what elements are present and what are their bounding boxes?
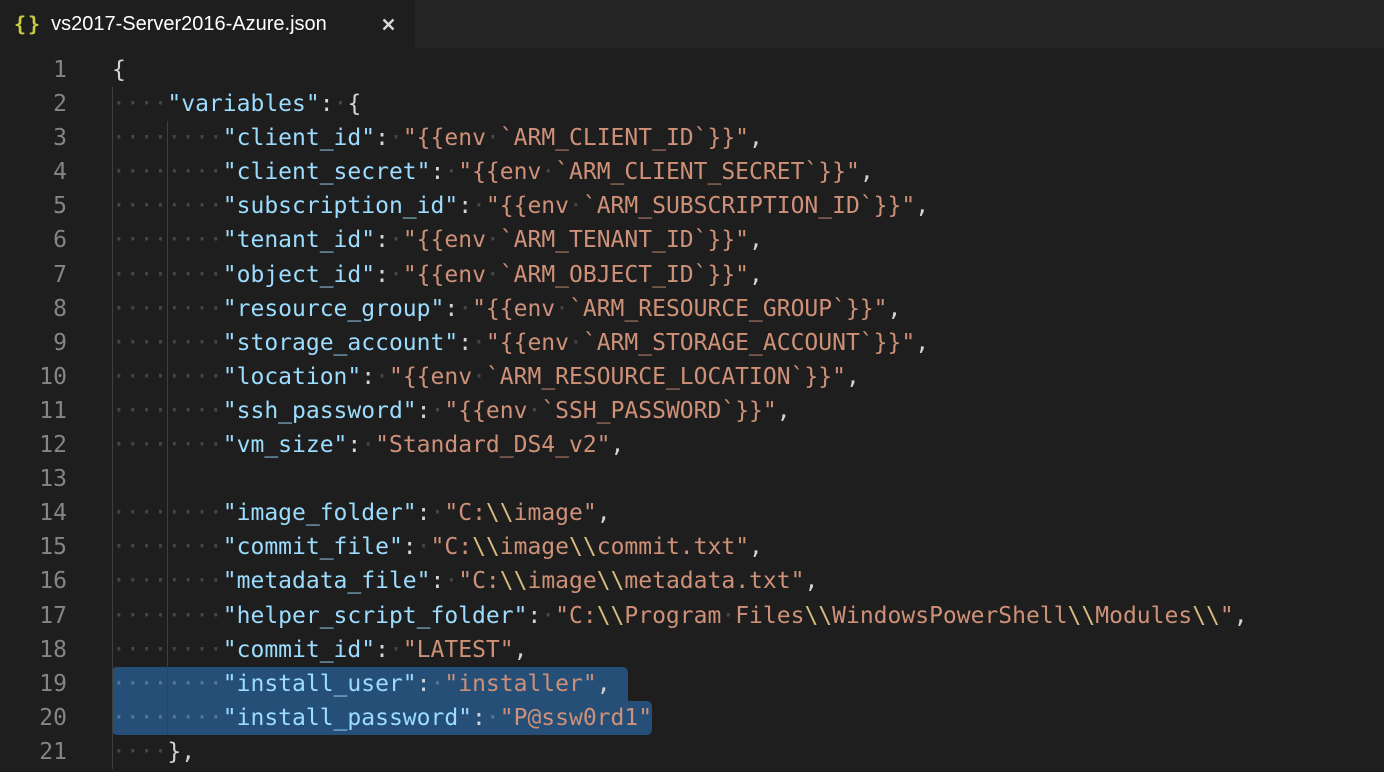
- line-number: 17: [0, 599, 67, 633]
- code-line: 21····},: [0, 735, 1384, 769]
- tab-title: vs2017-Server2016-Azure.json: [51, 13, 327, 36]
- indent-guide: [167, 258, 168, 292]
- indent-guide: [167, 189, 168, 223]
- indent-guide: [167, 223, 168, 257]
- indent-guide: [112, 223, 113, 257]
- indent-guide: [167, 496, 168, 530]
- indent-guide: [167, 667, 168, 701]
- code-lines: 1{2····"variables":·{3········"client_id…: [0, 53, 1384, 769]
- indent-guide: [112, 428, 113, 462]
- line-number: 21: [0, 735, 67, 769]
- line-number: 9: [0, 326, 67, 360]
- line-number: 7: [0, 258, 67, 292]
- indent-guide: [112, 735, 113, 769]
- indent-guide: [112, 530, 113, 564]
- line-number: 15: [0, 530, 67, 564]
- indent-guide: [167, 326, 168, 360]
- line-number: 12: [0, 428, 67, 462]
- code-line: 13: [0, 462, 1384, 496]
- indent-guide: [167, 564, 168, 598]
- line-number: 18: [0, 633, 67, 667]
- code-line: 4········"client_secret":·"{{env·`ARM_CL…: [0, 155, 1384, 189]
- code-editor[interactable]: 1{2····"variables":·{3········"client_id…: [0, 48, 1384, 769]
- indent-guide: [167, 599, 168, 633]
- line-number: 14: [0, 496, 67, 530]
- indent-guide: [167, 701, 168, 735]
- line-number: 13: [0, 462, 67, 496]
- selected-text: ········"install_password":·"P@ssw0rd1": [112, 701, 652, 735]
- line-number: 19: [0, 667, 67, 701]
- editor-tab[interactable]: {} vs2017-Server2016-Azure.json: [0, 0, 415, 48]
- indent-guide: [112, 87, 113, 121]
- line-number: 3: [0, 121, 67, 155]
- indent-guide: [112, 462, 113, 496]
- tab-bar: {} vs2017-Server2016-Azure.json: [0, 0, 1384, 48]
- code-line: 17········"helper_script_folder":·"C:\\P…: [0, 599, 1384, 633]
- indent-guide: [167, 292, 168, 326]
- line-number: 6: [0, 223, 67, 257]
- line-number: 16: [0, 564, 67, 598]
- indent-guide: [167, 121, 168, 155]
- code-line: 19 ········"install_user":·"installer",: [0, 667, 1384, 701]
- line-number: 8: [0, 292, 67, 326]
- code-line: 12········"vm_size":·"Standard_DS4_v2",: [0, 428, 1384, 462]
- indent-guide: [112, 258, 113, 292]
- indent-guide: [112, 667, 113, 701]
- code-line: 15········"commit_file":·"C:\\image\\com…: [0, 530, 1384, 564]
- indent-guide: [112, 121, 113, 155]
- indent-guide: [167, 462, 168, 496]
- code-line: 3········"client_id":·"{{env·`ARM_CLIENT…: [0, 121, 1384, 155]
- code-line: 11········"ssh_password":·"{{env·`SSH_PA…: [0, 394, 1384, 428]
- line-number: 20: [0, 701, 67, 735]
- indent-guide: [167, 530, 168, 564]
- code-line: 7········"object_id":·"{{env·`ARM_OBJECT…: [0, 258, 1384, 292]
- code-line: 5········"subscription_id":·"{{env·`ARM_…: [0, 189, 1384, 223]
- code-line: 8········"resource_group":·"{{env·`ARM_R…: [0, 292, 1384, 326]
- indent-guide: [112, 701, 113, 735]
- indent-guide: [167, 394, 168, 428]
- line-number: 5: [0, 189, 67, 223]
- code-line: 1{: [0, 53, 1384, 87]
- indent-guide: [112, 189, 113, 223]
- indent-guide: [112, 599, 113, 633]
- line-number: 4: [0, 155, 67, 189]
- code-line: 18········"commit_id":·"LATEST",: [0, 633, 1384, 667]
- indent-guide: [167, 428, 168, 462]
- code-line: 6········"tenant_id":·"{{env·`ARM_TENANT…: [0, 223, 1384, 257]
- code-line: 20 ········"install_password":·"P@ssw0rd1…: [0, 701, 1384, 735]
- code-line: 10········"location":·"{{env·`ARM_RESOUR…: [0, 360, 1384, 394]
- indent-guide: [112, 360, 113, 394]
- indent-guide: [112, 633, 113, 667]
- indent-guide: [112, 564, 113, 598]
- indent-guide: [167, 360, 168, 394]
- close-icon[interactable]: [377, 13, 399, 35]
- indent-guide: [112, 496, 113, 530]
- indent-guide: [112, 394, 113, 428]
- line-number: 2: [0, 87, 67, 121]
- line-number: 11: [0, 394, 67, 428]
- indent-guide: [167, 155, 168, 189]
- code-line: 2····"variables":·{: [0, 87, 1384, 121]
- line-number: 1: [0, 53, 67, 87]
- line-number: 10: [0, 360, 67, 394]
- code-line: 16········"metadata_file":·"C:\\image\\m…: [0, 564, 1384, 598]
- indent-guide: [112, 292, 113, 326]
- indent-guide: [167, 633, 168, 667]
- selected-text: ········"install_user":·"installer",: [112, 667, 628, 701]
- code-line: 9········"storage_account":·"{{env·`ARM_…: [0, 326, 1384, 360]
- indent-guide: [112, 155, 113, 189]
- code-line: 14········"image_folder":·"C:\\image",: [0, 496, 1384, 530]
- json-file-icon: {}: [14, 12, 42, 36]
- indent-guide: [112, 326, 113, 360]
